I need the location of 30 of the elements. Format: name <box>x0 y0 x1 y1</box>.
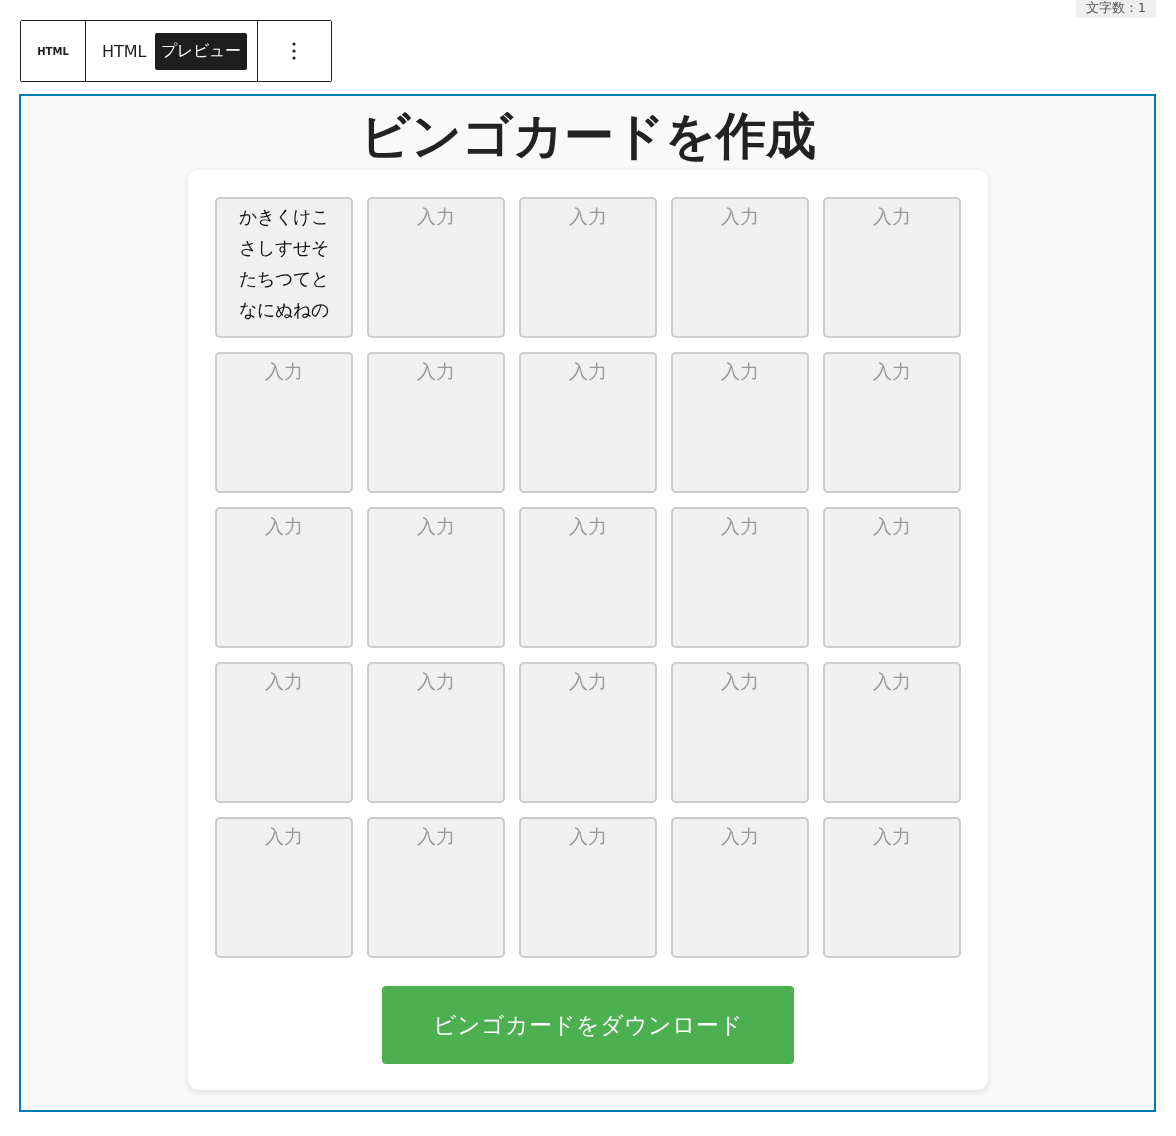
bingo-cell-field[interactable]: 入力 <box>366 352 505 493</box>
page-title: ビンゴカードを作成 <box>359 106 816 166</box>
bingo-cell-field[interactable]: 入力 <box>822 817 961 958</box>
bingo-cell-field[interactable]: 入力 <box>822 507 961 648</box>
bingo-cell-field[interactable]: 入力 <box>670 817 809 958</box>
bingo-cell-field[interactable]: 入力 <box>670 507 809 648</box>
bingo-cell-field[interactable]: 入力 <box>670 352 809 493</box>
bingo-cell-field[interactable]: 入力 <box>822 352 961 493</box>
mode-tab[interactable]: プレビュー <box>154 32 247 70</box>
bingo-cell-field[interactable]: 入力 <box>670 662 809 803</box>
bingo-cell-field[interactable]: かきくけこさしすせそたちつてとなにぬねの <box>214 197 353 338</box>
bingo-cell-field[interactable]: 入力 <box>366 507 505 648</box>
bingo-cell-field[interactable]: 入力 <box>214 817 353 958</box>
more-options-icon <box>292 42 297 60</box>
bingo-cell-field[interactable]: 入力 <box>366 662 505 803</box>
bingo-cell-field[interactable]: 入力 <box>214 662 353 803</box>
bingo-cell-field[interactable]: 入力 <box>366 817 505 958</box>
bingo-cell-field[interactable]: 入力 <box>518 817 657 958</box>
bingo-cell-field[interactable]: 入力 <box>366 197 505 338</box>
bingo-cell-field[interactable]: 入力 <box>518 197 657 338</box>
bingo-cell-field[interactable]: 入力 <box>670 197 809 338</box>
bingo-cell-field[interactable]: 入力 <box>518 662 657 803</box>
bingo-cell-field[interactable]: 入力 <box>214 507 353 648</box>
bingo-cell-field[interactable]: 入力 <box>518 507 657 648</box>
block-type-button[interactable]: HTML <box>21 21 86 81</box>
bingo-cell-field[interactable]: 入力 <box>822 197 961 338</box>
character-count: 文字数：1 <box>1075 0 1156 18</box>
bingo-cell-field[interactable]: 入力 <box>214 352 353 493</box>
bingo-cell-field[interactable]: 入力 <box>822 662 961 803</box>
bingo-cell-field[interactable]: 入力 <box>518 352 657 493</box>
